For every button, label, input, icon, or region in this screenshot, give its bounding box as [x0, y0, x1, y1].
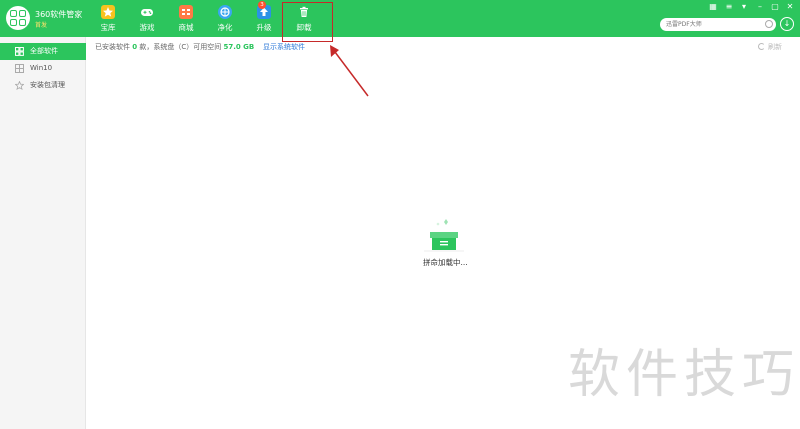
sidebar: 全部软件 Win10 安装包清理 — [0, 37, 86, 429]
app-title: 360软件管家 — [35, 10, 83, 19]
update-count-badge: 3 — [258, 1, 266, 9]
install-summary: 已安装软件 0 款，系统盘（C）可用空间 57.0 GB — [95, 42, 254, 52]
annotation-highlight-box — [282, 2, 333, 42]
maximize-icon[interactable]: ▢ — [770, 2, 780, 11]
show-system-software-link[interactable]: 显示系统软件 — [263, 42, 305, 52]
top-bar: 360软件管家 首发 宝库 游戏 商城 净化 3 升级 卸载 ▦ ≡ ▾ – ▢… — [0, 0, 800, 37]
app-edition: 首发 — [35, 22, 48, 29]
sidebar-item-win10[interactable]: Win10 — [0, 60, 86, 77]
upgrade-arrow-icon: 3 — [257, 1, 271, 19]
tab-label: 商城 — [178, 23, 194, 32]
loading-text: 拼命加载中... — [423, 258, 468, 267]
free-space: 57.0 GB — [223, 43, 255, 51]
gamepad-icon — [140, 5, 154, 19]
tab-store[interactable]: 商城 — [168, 5, 204, 35]
tab-upgrade[interactable]: 3 升级 — [246, 1, 282, 35]
star-outline-icon — [15, 81, 24, 90]
tab-label: 宝库 — [100, 23, 116, 32]
sidebar-item-all-software[interactable]: 全部软件 — [0, 43, 86, 60]
tab-baoku[interactable]: 宝库 — [90, 5, 126, 35]
close-icon[interactable]: ✕ — [785, 2, 795, 11]
windows-icon — [15, 64, 24, 73]
tab-label: 升级 — [256, 23, 272, 32]
download-icon[interactable]: ↓ — [780, 17, 794, 31]
dropdown-icon[interactable]: ▾ — [739, 2, 749, 11]
app-logo-icon — [6, 6, 30, 30]
tab-label: 净化 — [217, 23, 233, 32]
refresh-icon — [758, 43, 765, 50]
app-window: 360软件管家 首发 宝库 游戏 商城 净化 3 升级 卸载 ▦ ≡ ▾ – ▢… — [0, 0, 800, 429]
sidebar-item-label: 全部软件 — [30, 47, 58, 55]
installed-count: 0 — [132, 43, 138, 51]
sidebar-item-label: Win10 — [30, 64, 53, 72]
menu-icon[interactable]: ≡ — [724, 2, 734, 11]
tab-label: 游戏 — [139, 23, 155, 32]
sidebar-item-label: 安装包清理 — [30, 81, 65, 89]
refresh-button[interactable]: 刷新 — [758, 42, 782, 52]
sidebar-item-package-cleanup[interactable]: 安装包清理 — [0, 77, 86, 94]
watermark-text: 软件技巧 — [568, 345, 800, 405]
grid-icon — [15, 47, 24, 56]
summary-middle: 款，系统盘（C）可用空间 — [139, 43, 222, 51]
tab-purify[interactable]: 净化 — [207, 5, 243, 35]
annotation-arrow — [330, 45, 369, 97]
minimize-icon[interactable]: – — [755, 2, 765, 11]
summary-prefix: 已安装软件 — [95, 43, 130, 51]
tab-games[interactable]: 游戏 — [129, 5, 165, 35]
search-input[interactable] — [666, 19, 762, 30]
refresh-label: 刷新 — [768, 43, 782, 51]
search-box[interactable] — [660, 18, 776, 31]
loading-box-icon — [424, 219, 464, 252]
search-icon[interactable] — [765, 20, 773, 28]
skin-icon[interactable]: ▦ — [708, 2, 718, 11]
store-icon — [179, 5, 193, 19]
shield-icon — [218, 5, 232, 19]
star-icon — [101, 5, 115, 19]
